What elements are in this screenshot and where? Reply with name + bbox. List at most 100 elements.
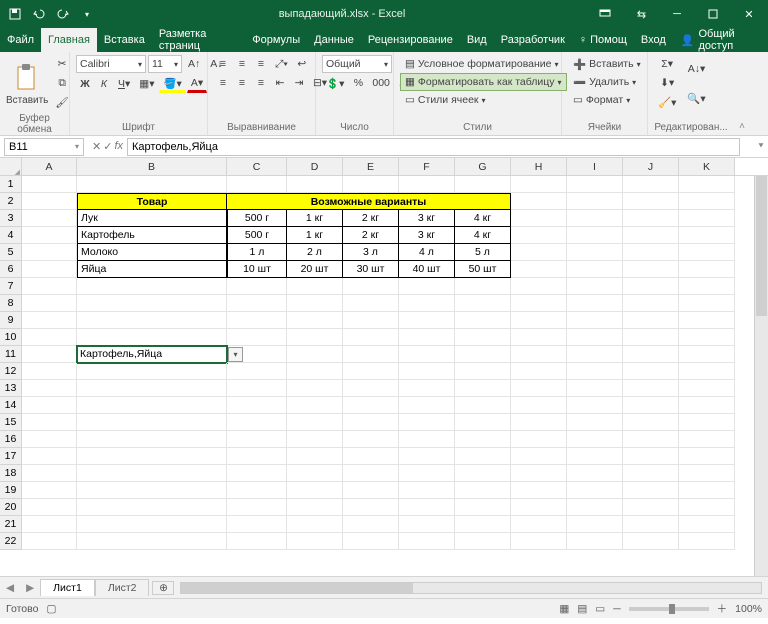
cell-A14[interactable]: [22, 397, 77, 414]
cell-F18[interactable]: [399, 465, 455, 482]
cell-H4[interactable]: [511, 227, 567, 244]
cell-F14[interactable]: [399, 397, 455, 414]
cell-F22[interactable]: [399, 533, 455, 550]
cell-D12[interactable]: [287, 363, 343, 380]
cell-E13[interactable]: [343, 380, 399, 397]
cell-I13[interactable]: [567, 380, 623, 397]
cell-C13[interactable]: [227, 380, 287, 397]
cell-G4[interactable]: 4 кг: [455, 227, 511, 244]
cell-J14[interactable]: [623, 397, 679, 414]
cell-G17[interactable]: [455, 448, 511, 465]
cell-H16[interactable]: [511, 431, 567, 448]
cell-J1[interactable]: [623, 176, 679, 193]
col-header-H[interactable]: H: [511, 158, 567, 175]
cell-G9[interactable]: [455, 312, 511, 329]
delete-cells-button[interactable]: ➖Удалить▾: [568, 73, 646, 91]
cell-J17[interactable]: [623, 448, 679, 465]
cell-F19[interactable]: [399, 482, 455, 499]
cell-D1[interactable]: [287, 176, 343, 193]
row-header-16[interactable]: 16: [0, 431, 22, 448]
expand-formula-bar-icon[interactable]: ⯆: [754, 141, 768, 152]
cell-F21[interactable]: [399, 516, 455, 533]
cell-G1[interactable]: [455, 176, 511, 193]
col-header-D[interactable]: D: [287, 158, 343, 175]
cell-H8[interactable]: [511, 295, 567, 312]
cell-E17[interactable]: [343, 448, 399, 465]
cell-E3[interactable]: 2 кг: [343, 210, 399, 227]
cell-B10[interactable]: [77, 329, 227, 346]
cell-J3[interactable]: [623, 210, 679, 227]
align-right-icon[interactable]: ≡: [252, 74, 270, 92]
cell-E2[interactable]: Возможные варианты: [343, 193, 399, 210]
cell-G8[interactable]: [455, 295, 511, 312]
currency-icon[interactable]: 💲▾: [322, 74, 348, 92]
cell-K16[interactable]: [679, 431, 735, 448]
cell-K3[interactable]: [679, 210, 735, 227]
cell-J13[interactable]: [623, 380, 679, 397]
cell-H18[interactable]: [511, 465, 567, 482]
cell-F8[interactable]: [399, 295, 455, 312]
cell-E15[interactable]: [343, 414, 399, 431]
cell-I6[interactable]: [567, 261, 623, 278]
bold-button[interactable]: Ж: [76, 75, 94, 93]
cell-F7[interactable]: [399, 278, 455, 295]
cell-A12[interactable]: [22, 363, 77, 380]
cell-F11[interactable]: [399, 346, 455, 363]
cell-I21[interactable]: [567, 516, 623, 533]
cell-A5[interactable]: [22, 244, 77, 261]
cell-I18[interactable]: [567, 465, 623, 482]
cell-C1[interactable]: [227, 176, 287, 193]
cell-J21[interactable]: [623, 516, 679, 533]
cell-I4[interactable]: [567, 227, 623, 244]
cell-B9[interactable]: [77, 312, 227, 329]
font-size-select[interactable]: 11▾: [148, 55, 182, 73]
cell-K21[interactable]: [679, 516, 735, 533]
increase-font-icon[interactable]: A↑: [184, 55, 204, 73]
sort-filter-icon[interactable]: A↓▾: [683, 55, 709, 83]
cell-K12[interactable]: [679, 363, 735, 380]
cell-H3[interactable]: [511, 210, 567, 227]
cell-I5[interactable]: [567, 244, 623, 261]
cell-E9[interactable]: [343, 312, 399, 329]
cell-B5[interactable]: Молоко: [77, 244, 227, 261]
font-name-select[interactable]: Calibri▾: [76, 55, 146, 73]
cell-J11[interactable]: [623, 346, 679, 363]
row-header-21[interactable]: 21: [0, 516, 22, 533]
orientation-icon[interactable]: ⤢▾: [271, 55, 292, 73]
cell-F17[interactable]: [399, 448, 455, 465]
cell-A13[interactable]: [22, 380, 77, 397]
vertical-scrollbar[interactable]: [754, 176, 768, 576]
autosum-icon[interactable]: Σ▾: [654, 55, 680, 73]
row-header-9[interactable]: 9: [0, 312, 22, 329]
cell-A3[interactable]: [22, 210, 77, 227]
cell-K9[interactable]: [679, 312, 735, 329]
cell-C4[interactable]: 500 г: [227, 227, 287, 244]
cell-K4[interactable]: [679, 227, 735, 244]
row-header-6[interactable]: 6: [0, 261, 22, 278]
cell-K14[interactable]: [679, 397, 735, 414]
cell-B1[interactable]: [77, 176, 227, 193]
cell-K18[interactable]: [679, 465, 735, 482]
cell-G18[interactable]: [455, 465, 511, 482]
row-header-15[interactable]: 15: [0, 414, 22, 431]
cell-D6[interactable]: 20 шт: [287, 261, 343, 278]
cell-G22[interactable]: [455, 533, 511, 550]
cell-B15[interactable]: [77, 414, 227, 431]
cell-D21[interactable]: [287, 516, 343, 533]
cell-I20[interactable]: [567, 499, 623, 516]
spreadsheet-grid[interactable]: ABCDEFGHIJK 1234567891011121314151617181…: [0, 158, 768, 576]
fx-icon[interactable]: fx: [114, 140, 123, 153]
tab-review[interactable]: Рецензирование: [361, 28, 460, 52]
cell-D22[interactable]: [287, 533, 343, 550]
cell-C16[interactable]: [227, 431, 287, 448]
cell-G14[interactable]: [455, 397, 511, 414]
cell-F15[interactable]: [399, 414, 455, 431]
cell-H11[interactable]: [511, 346, 567, 363]
cell-J16[interactable]: [623, 431, 679, 448]
cell-J7[interactable]: [623, 278, 679, 295]
sheet-tab-2[interactable]: Лист2: [95, 579, 150, 596]
cell-G11[interactable]: [455, 346, 511, 363]
insert-cells-button[interactable]: ➕Вставить▾: [568, 55, 646, 73]
cell-E8[interactable]: [343, 295, 399, 312]
cell-H12[interactable]: [511, 363, 567, 380]
